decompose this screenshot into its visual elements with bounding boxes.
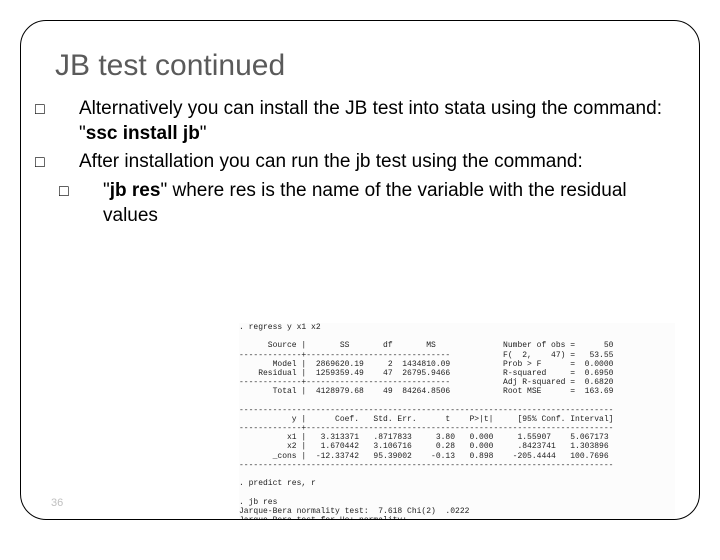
bullet-item-2: □After installation you can run the jb t… [55,150,665,175]
slide-title: JB test continued [55,49,665,83]
bullet2-text: After installation you can run the jb te… [79,151,583,172]
bullet1-text-c: " [200,123,207,144]
bullet1-text-bold: ssc install jb [86,123,200,144]
stata-output: . regress y x1 x2 Source | SS df MS Numb… [239,323,675,520]
bullet-item-1: □Alternatively you can install the JB te… [55,97,665,146]
sub-bullet-item: □"jb res" where res is the name of the v… [55,179,665,228]
bullet-list: □Alternatively you can install the JB te… [55,97,665,228]
bullet-icon: □ [81,182,103,203]
bullet-icon: □ [57,153,79,174]
bullet-icon: □ [57,100,79,121]
sub-text-a: " [103,180,110,201]
slide-frame: JB test continued □Alternatively you can… [20,20,700,520]
sub-text-bold: jb res [110,180,161,201]
sub-text-c: " where res is the name of the variable … [103,180,627,226]
page-number: 36 [51,497,63,509]
